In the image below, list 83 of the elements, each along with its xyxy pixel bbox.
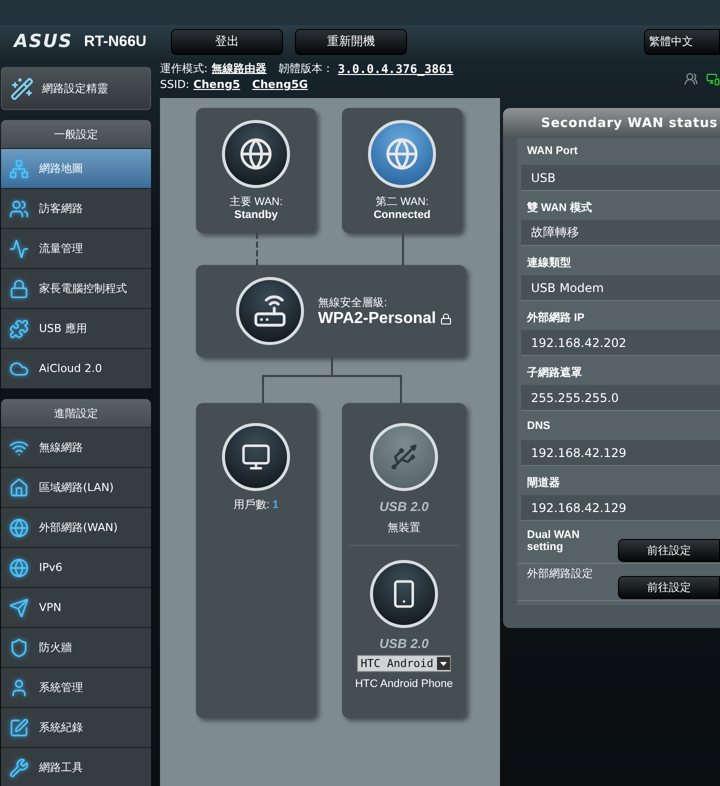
field-value: 故障轉移 [521, 220, 720, 246]
usb-node[interactable]: USB 2.0 無裝置 USB 2.0 HTC Android HTC Android Phone [342, 403, 466, 718]
plane-icon [9, 598, 29, 618]
field-value: 192.168.42.129 [521, 440, 720, 466]
globe-icon [9, 518, 29, 538]
field-label: 子網路遮罩 [526, 366, 583, 381]
logout-button[interactable]: 登出 [171, 28, 283, 54]
usb-port-label: USB 2.0 [379, 499, 429, 514]
wan-status: Connected [374, 209, 430, 221]
wan-label: 主要 WAN: [229, 194, 283, 209]
go-settings-button[interactable]: 前往設定 [618, 539, 720, 562]
action-label: Dual WAN setting [526, 528, 581, 553]
field-value: USB [521, 165, 720, 191]
wrench-icon [9, 758, 29, 778]
reboot-button[interactable]: 重新開機 [295, 28, 407, 54]
globe-icon [9, 558, 29, 578]
clients-label: 用戶數: 1 [233, 498, 279, 512]
menu-item[interactable]: 流量管理 [1, 229, 151, 269]
menu-item[interactable]: 家長電腦控制程式 [1, 269, 151, 309]
caret-icon [437, 657, 450, 670]
field-value: 192.168.42.129 [521, 495, 720, 521]
lock-icon [440, 312, 452, 324]
shield-icon [9, 638, 29, 658]
menu-item[interactable]: IPv6 [1, 548, 151, 588]
router-node[interactable]: 無線安全層級: WPA2-Personal [196, 265, 466, 357]
chart-icon [9, 238, 29, 258]
users-icon [9, 198, 29, 218]
mode-label: 運作模式: [160, 61, 208, 77]
wan-node[interactable]: 第二 WAN: Connected [342, 108, 462, 233]
menu-item[interactable]: 區域網路(LAN) [1, 468, 151, 508]
field-label: WAN Port [526, 144, 579, 159]
usb-port-label: USB 2.0 [379, 636, 429, 651]
lock-icon [9, 278, 29, 298]
house-icon [9, 478, 29, 498]
security-label: 無線安全層級: [318, 296, 388, 310]
field-label: 外部網路 IP [526, 310, 586, 326]
menu-item[interactable]: 網路地圖 [1, 149, 151, 189]
field-label: 雙 WAN 模式 [526, 200, 593, 216]
menu-item[interactable]: 無線網路 [1, 428, 151, 468]
field-label: 閘道器 [526, 476, 561, 491]
security-value: WPA2-Personal [318, 310, 436, 328]
device-select[interactable]: HTC Android [356, 655, 452, 672]
model-name: RT-N66U [84, 33, 148, 50]
mode-link[interactable]: 無線路由器 [212, 61, 267, 77]
panel-title: Secondary WAN status [503, 108, 720, 138]
device-name: 無裝置 [388, 521, 420, 535]
ssid-link[interactable]: Cheng5 [193, 77, 240, 93]
field-value: 192.168.42.202 [521, 330, 720, 356]
field-label: 連線類型 [526, 256, 572, 271]
field-value: 255.255.255.0 [521, 385, 720, 411]
setup-wizard-button[interactable]: 網路設定精靈 [1, 67, 151, 110]
menu-item[interactable]: AiCloud 2.0 [1, 349, 151, 389]
action-label: 外部網路設定 [526, 566, 594, 581]
wan-status: Standby [234, 209, 278, 221]
menu-item[interactable]: 外部網路(WAN) [1, 508, 151, 548]
menu-group-title: 進階設定 [1, 399, 151, 428]
go-settings-button[interactable]: 前往設定 [618, 576, 720, 599]
network-icon [9, 158, 29, 178]
menu-item[interactable]: 系統紀錄 [1, 708, 151, 748]
ssid-label: SSID: [160, 77, 190, 93]
device-name: HTC Android Phone [355, 678, 453, 690]
menu-group-title: 一般設定 [1, 120, 151, 149]
menu-item[interactable]: VPN [1, 588, 151, 628]
clients-node[interactable]: 用戶數: 1 [196, 403, 316, 718]
users-icon[interactable] [684, 72, 698, 86]
firmware-link[interactable]: 3.0.0.4.376_3861 [338, 61, 454, 77]
wan-node[interactable]: 主要 WAN: Standby [196, 108, 316, 233]
menu-item[interactable]: 網路工具 [1, 748, 151, 786]
field-label: DNS [526, 419, 552, 434]
field-value: USB Modem [521, 275, 720, 301]
wan-label: 第二 WAN: [375, 195, 429, 209]
menu-item[interactable]: 系統管理 [1, 668, 151, 708]
pen-icon [9, 718, 29, 738]
devices-icon[interactable] [706, 72, 720, 86]
puzzle-icon [9, 318, 29, 338]
menu-item[interactable]: 訪客網路 [1, 189, 151, 229]
brand-logo: ASUS [14, 31, 74, 52]
language-button[interactable]: 繁體中文 [644, 28, 720, 54]
ssid-link[interactable]: Cheng5G [252, 77, 308, 93]
firmware-label: 韌體版本： [278, 61, 334, 77]
menu-item[interactable]: 防火牆 [1, 628, 151, 668]
menu-item[interactable]: USB 應用 [1, 309, 151, 349]
wand-icon [10, 76, 34, 100]
